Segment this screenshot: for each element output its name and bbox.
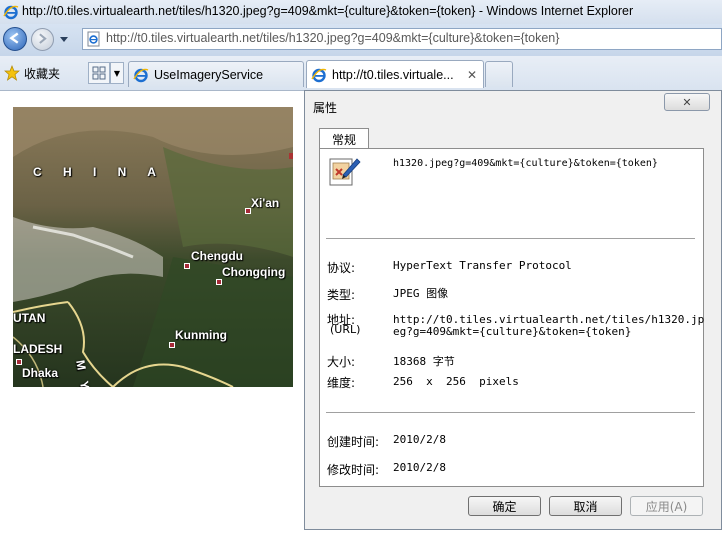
close-tab-icon[interactable]: ✕ [467,68,477,82]
satellite-map-image: C H I N A Xi'an Chengdu Chongqing Kunmin… [13,107,293,387]
grid-icon [92,66,106,80]
size-label: 大小: [327,355,356,369]
apply-button[interactable]: 应用(A) [630,496,703,516]
internet-explorer-icon [311,68,327,82]
map-marker [184,263,190,269]
close-icon: ✕ [682,95,692,109]
address-label-url: (URL) [330,323,361,336]
favorites-button[interactable]: 收藏夹 [4,62,60,84]
map-marker [289,153,293,159]
protocol-value: HyperText Transfer Protocol [393,259,572,272]
size-value: 18368 字节 [393,355,455,368]
map-marker [169,342,175,348]
cancel-button[interactable]: 取消 [549,496,622,516]
tab-tile-image[interactable]: http://t0.tiles.virtuale... ✕ [306,60,484,88]
forward-button[interactable] [31,28,54,51]
divider [326,412,695,413]
modified-label: 修改时间: [327,463,380,477]
back-arrow-icon [9,32,19,44]
type-label: 类型: [327,288,356,302]
created-label: 创建时间: [327,435,380,449]
map-label-kunming: Kunming [175,328,227,342]
forward-arrow-icon [39,33,47,44]
chevron-down-icon: ▼ [113,68,121,78]
map-label-bhutan: UTAN [13,311,46,325]
map-marker [16,359,22,365]
image-file-icon [329,158,361,186]
address-text[interactable]: http://t0.tiles.virtualearth.net/tiles/h… [106,31,559,45]
address-value-line2: eg?g=409&mkt={culture}&token={token} [393,325,632,338]
protocol-label: 协议: [327,261,356,275]
dimensions-label: 维度: [327,376,356,390]
map-marker [216,279,222,285]
favorites-label: 收藏夹 [24,66,61,81]
map-label-china: C H I N A [33,165,165,179]
divider [326,238,695,239]
file-name: h1320.jpeg?g=409&mkt={culture}&token={to… [393,158,658,169]
map-label-chongqing: Chongqing [222,265,286,279]
tab-list-button[interactable]: ▼ [110,62,124,84]
tab-general[interactable]: 常规 [319,128,369,149]
internet-explorer-icon [133,68,149,82]
type-value: JPEG 图像 [393,287,449,300]
map-label-xian: Xi'an [251,196,280,210]
window-title: http://t0.tiles.virtualearth.net/tiles/h… [22,4,634,18]
map-label-dhaka: Dhaka [22,366,59,380]
star-icon [4,65,20,81]
dialog-close-button[interactable]: ✕ [664,93,710,111]
tab-use-imagery-service[interactable]: UseImageryService [128,61,304,87]
tab-label: UseImageryService [154,67,264,82]
recent-pages-dropdown-icon[interactable] [58,33,70,45]
map-label-bangladesh: LADESH [13,342,63,356]
dialog-title: 属性 [313,101,338,115]
quick-tabs-button[interactable] [88,62,110,84]
modified-value: 2010/2/8 [393,461,446,474]
back-button[interactable] [3,27,27,51]
created-value: 2010/2/8 [393,433,446,446]
map-label-chengdu: Chengdu [191,249,243,263]
new-tab-button[interactable] [485,61,513,87]
internet-explorer-icon [3,5,19,20]
page-icon [87,31,100,47]
tab-label: http://t0.tiles.virtuale... [332,67,454,82]
dimensions-value: 256 x 256 pixels [393,375,519,388]
ok-button[interactable]: 确定 [468,496,541,516]
